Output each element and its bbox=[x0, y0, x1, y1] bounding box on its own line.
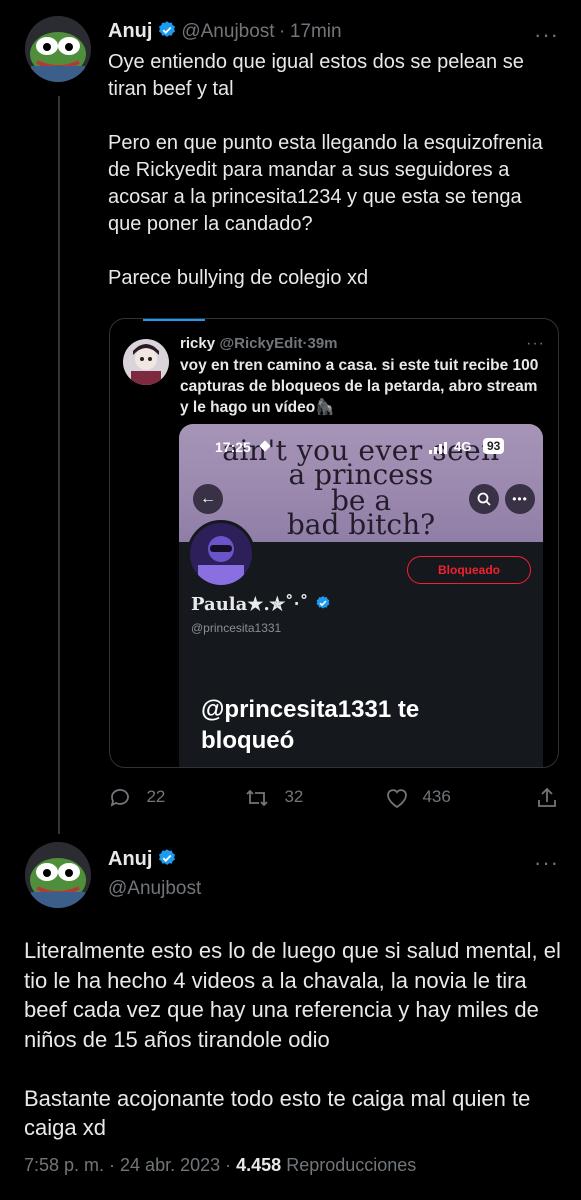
views-label[interactable]: Reproducciones bbox=[286, 1155, 416, 1175]
quote-more-icon[interactable]: ··· bbox=[526, 336, 545, 352]
profile-verified-icon bbox=[315, 595, 331, 616]
heart-icon bbox=[387, 789, 407, 809]
like-button[interactable]: 436 bbox=[384, 786, 451, 810]
profile-name: Paula★.✯˚‧˚ bbox=[191, 594, 331, 616]
blocked-message-line-1: @princesita1331 te bbox=[201, 696, 420, 723]
signal-icon bbox=[429, 441, 449, 459]
more-options-icon[interactable]: ··· bbox=[534, 852, 559, 874]
quote-author-name[interactable]: ricky bbox=[180, 335, 215, 352]
author-name[interactable]: Anuj bbox=[108, 848, 152, 870]
tweet-time[interactable]: 17min bbox=[290, 21, 342, 42]
verified-badge-icon bbox=[157, 848, 177, 873]
reply-button[interactable]: 22 bbox=[108, 786, 165, 810]
author-handle[interactable]: @Anujbost bbox=[181, 21, 274, 42]
retweet-icon bbox=[246, 789, 268, 807]
retweet-button[interactable]: 32 bbox=[244, 786, 303, 810]
separator: · bbox=[279, 21, 286, 42]
thread-line bbox=[58, 96, 60, 834]
retweet-count: 32 bbox=[284, 787, 304, 807]
tweet-meta: 7:58 p. m. · 24 abr. 2023 · 4.458 Reprod… bbox=[24, 1155, 416, 1176]
like-count: 436 bbox=[422, 787, 451, 807]
share-icon bbox=[538, 787, 556, 807]
quote-time[interactable]: 39m bbox=[307, 335, 337, 352]
more-icon[interactable]: ••• bbox=[505, 484, 535, 514]
blocked-button[interactable]: Bloqueado bbox=[407, 556, 531, 584]
tweet-timestamp[interactable]: 7:58 p. m. · 24 abr. 2023 · bbox=[24, 1155, 231, 1175]
tweet-text: Oye entiendo que igual estos dos se pele… bbox=[108, 51, 543, 289]
battery-indicator: 93 bbox=[483, 438, 505, 454]
tweet-actions: 22 32 436 bbox=[108, 786, 560, 812]
avatar[interactable] bbox=[25, 842, 91, 908]
tweet-text: Literalmente esto es lo de luego que si … bbox=[24, 938, 561, 1140]
blocked-message: @princesita1331 te bloqueó bbox=[201, 694, 419, 756]
tweet-header: Anuj @Anujbost · 17min bbox=[108, 20, 342, 45]
reply-icon bbox=[110, 789, 129, 807]
quote-accent bbox=[143, 319, 205, 321]
quoted-tweet[interactable]: ricky @RickyEdit·39m ··· voy en tren cam… bbox=[109, 318, 559, 768]
verified-badge-icon bbox=[157, 20, 177, 45]
status-time: 17:25 bbox=[215, 439, 251, 455]
profile-handle: @princesita1331 bbox=[191, 621, 282, 635]
blocked-message-line-2: bloqueó bbox=[201, 727, 295, 754]
author-name[interactable]: Anuj bbox=[108, 20, 152, 42]
quote-author-handle[interactable]: @RickyEdit bbox=[220, 335, 303, 352]
avatar[interactable] bbox=[25, 16, 91, 82]
quote-header: ricky @RickyEdit·39m bbox=[180, 335, 338, 353]
reply-count: 22 bbox=[146, 787, 166, 807]
author-handle[interactable]: @Anujbost bbox=[108, 878, 201, 900]
tweet-header: Anuj bbox=[108, 848, 177, 873]
profile-name-text: Paula★.✯˚‧˚ bbox=[191, 594, 309, 615]
quote-text: voy en tren camino a casa. si este tuit … bbox=[180, 357, 543, 416]
views-count: 4.458 bbox=[236, 1155, 282, 1175]
more-options-icon[interactable]: ··· bbox=[534, 24, 559, 46]
network-label: 4G bbox=[454, 439, 472, 454]
back-arrow-icon[interactable]: ← bbox=[193, 484, 223, 514]
quote-image[interactable]: ain't you ever seen a princess be a bad … bbox=[179, 424, 543, 767]
search-icon[interactable] bbox=[469, 484, 499, 514]
share-button[interactable] bbox=[535, 786, 559, 815]
profile-avatar bbox=[187, 520, 255, 588]
quote-avatar[interactable] bbox=[123, 339, 169, 385]
